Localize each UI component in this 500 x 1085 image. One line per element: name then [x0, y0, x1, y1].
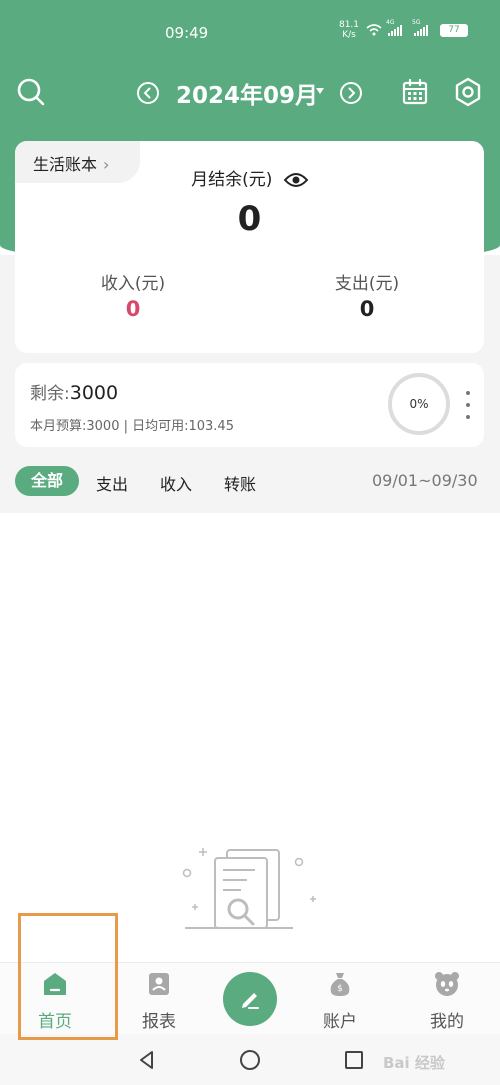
- budget-info: 本月预算:3000 | 日均可用:103.45: [30, 419, 234, 434]
- status-bar: 09:49 81.1 K/s 4G 5G 77: [0, 0, 500, 70]
- month-selector[interactable]: 2024年09月: [176, 76, 318, 110]
- tab-mine-label: 我的: [430, 1012, 464, 1032]
- budget-progress-ring: 0%: [388, 373, 450, 435]
- filter-tab-all[interactable]: 全部: [15, 466, 79, 496]
- income-value: 0: [125, 297, 141, 321]
- home-nav-icon[interactable]: [238, 1048, 262, 1072]
- pencil-icon: [242, 993, 259, 1009]
- eye-icon[interactable]: [283, 172, 308, 188]
- remaining-budget: 剩余:3000: [30, 379, 118, 404]
- report-icon: [149, 973, 169, 995]
- remaining-value: 3000: [69, 382, 119, 404]
- income-label: 收入(元): [100, 274, 166, 294]
- cellular-signal-2: 5G: [412, 19, 434, 36]
- tab-report-label: 报表: [142, 1012, 176, 1032]
- calendar-icon: [402, 78, 428, 105]
- date-range[interactable]: 09/01~09/30: [372, 471, 478, 490]
- remaining-label: 剩余:: [30, 384, 70, 404]
- chevron-left-circle-icon: [137, 82, 159, 104]
- gear-icon: [455, 77, 481, 107]
- prev-month-button[interactable]: [131, 76, 165, 110]
- cellular-signal-1: 4G: [386, 19, 408, 36]
- expense-label: 支出(元): [334, 274, 400, 294]
- filter-tab-income[interactable]: 收入: [160, 471, 192, 495]
- watermark: Bai 经验: [383, 1054, 445, 1072]
- highlight-box: [18, 913, 118, 1040]
- balance-label-row: 月结余(元): [15, 165, 484, 190]
- calendar-button[interactable]: [398, 75, 432, 109]
- search-button[interactable]: [14, 75, 48, 109]
- svg-text:$: $: [337, 984, 343, 994]
- budget-card[interactable]: 剩余:3000 本月预算:3000 | 日均可用:103.45 0%: [15, 363, 484, 447]
- settings-button[interactable]: [451, 75, 485, 109]
- filter-tab-expense[interactable]: 支出: [96, 471, 128, 495]
- status-icons: 81.1 K/s 4G 5G 77: [338, 19, 468, 40]
- tab-accounts-label: 账户: [323, 1012, 357, 1032]
- back-icon[interactable]: [135, 1048, 159, 1072]
- money-bag-icon: $: [330, 973, 350, 996]
- filter-tab-transfer[interactable]: 转账: [224, 471, 256, 495]
- balance-value: 0: [237, 199, 262, 239]
- tab-report[interactable]: 报表: [119, 963, 199, 1035]
- tab-accounts[interactable]: $ 账户: [300, 963, 380, 1035]
- chevron-right-circle-icon: [340, 82, 362, 104]
- next-month-button[interactable]: [334, 76, 368, 110]
- battery-icon: 77: [440, 23, 468, 37]
- balance-label: 月结余(元): [191, 170, 273, 190]
- add-record-button[interactable]: [223, 972, 277, 1026]
- more-vertical-icon[interactable]: [463, 391, 473, 419]
- monthly-summary-card: 生活账本 › 月结余(元) 0 收入(元) 0 支出(元) 0: [15, 141, 484, 353]
- caret-down-icon[interactable]: [316, 88, 324, 94]
- expense-value: 0: [359, 297, 375, 321]
- tab-mine[interactable]: 我的: [407, 963, 487, 1035]
- network-speed: 81.1 K/s: [338, 20, 360, 40]
- panda-icon: [435, 972, 459, 996]
- status-time: 09:49: [165, 24, 209, 42]
- empty-state-illustration: [182, 848, 316, 929]
- wifi-icon: [366, 24, 382, 36]
- recents-icon[interactable]: [342, 1048, 366, 1072]
- search-icon: [17, 78, 45, 106]
- budget-progress-text: 0%: [409, 397, 429, 411]
